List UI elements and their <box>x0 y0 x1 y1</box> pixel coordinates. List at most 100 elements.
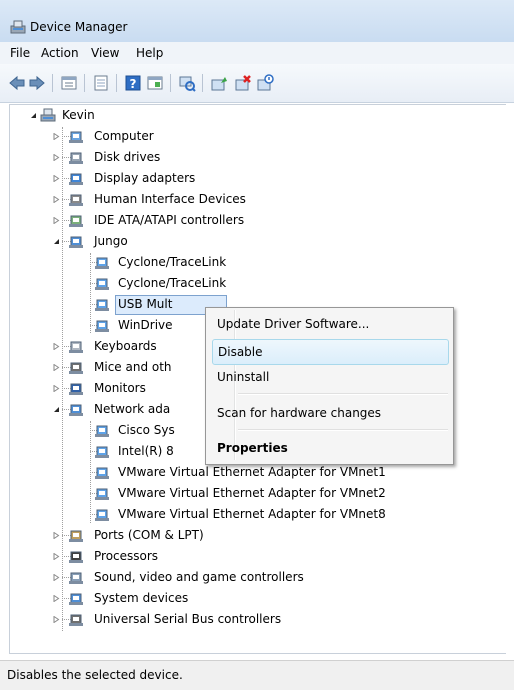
monitor-icon <box>69 383 83 395</box>
tree-item-label: Mice and oth <box>94 360 172 374</box>
computer-icon <box>69 131 83 143</box>
tree-child-label: VMware Virtual Ethernet Adapter for VMne… <box>118 486 386 500</box>
menu-item-uninstall[interactable]: Uninstall <box>212 365 447 389</box>
device-warning-icon <box>95 425 109 437</box>
uninstall-icon[interactable] <box>234 74 252 92</box>
menu-item-disable[interactable]: Disable <box>212 339 449 365</box>
expand-arrow-icon[interactable] <box>53 343 60 350</box>
tree-child-label: Cyclone/TraceLink <box>118 255 227 269</box>
tree-child-label: VMware Virtual Ethernet Adapter for VMne… <box>118 507 386 521</box>
tree-item[interactable]: Computer <box>10 126 490 147</box>
menu-file[interactable]: File <box>10 46 30 60</box>
expand-arrow-icon[interactable] <box>53 175 60 182</box>
tree-item-label: Sound, video and game controllers <box>94 570 304 584</box>
collapse-arrow-icon[interactable] <box>30 112 37 119</box>
toolbar-separator <box>116 74 117 92</box>
tree-root-label: Kevin <box>62 108 95 122</box>
jungo-icon <box>69 236 83 248</box>
toolbar-separator <box>52 74 53 92</box>
tree-item[interactable]: IDE ATA/ATAPI controllers <box>10 210 490 231</box>
network-device-icon <box>95 320 109 332</box>
expand-arrow-icon[interactable] <box>53 574 60 581</box>
collapse-arrow-icon[interactable] <box>53 238 60 245</box>
device-manager-icon <box>10 20 26 34</box>
processor-icon <box>69 551 83 563</box>
tree-item[interactable]: Jungo <box>10 231 490 252</box>
network-device-icon <box>95 299 109 311</box>
tree-child-label: USB Mult <box>118 297 173 311</box>
menu-view[interactable]: View <box>91 46 119 60</box>
tree-item-label: System devices <box>94 591 189 605</box>
tree-child-label: Cisco Sys <box>118 423 175 437</box>
menu-action[interactable]: Action <box>41 46 79 60</box>
expand-arrow-icon[interactable] <box>53 595 60 602</box>
back-icon[interactable] <box>8 74 26 92</box>
scan-icon[interactable] <box>178 74 196 92</box>
tree-item-label: Computer <box>94 129 154 143</box>
properties-icon[interactable] <box>92 74 110 92</box>
menu-item-update-driver[interactable]: Update Driver Software... <box>212 312 447 336</box>
tree-child-label: VMware Virtual Ethernet Adapter for VMne… <box>118 465 386 479</box>
disk-icon <box>69 152 83 164</box>
tree-child-item[interactable]: VMware Virtual Ethernet Adapter for VMne… <box>10 483 490 504</box>
system-icon <box>69 593 83 605</box>
menu-help[interactable]: Help <box>136 46 163 60</box>
tree-item-label: Jungo <box>94 234 128 248</box>
keyboard-icon <box>69 341 83 353</box>
toolbar-separator <box>202 74 203 92</box>
tree-item-label: Processors <box>94 549 159 563</box>
usb-icon <box>69 614 83 626</box>
tree-item-label: Universal Serial Bus controllers <box>94 612 282 626</box>
toolbar-separator <box>170 74 171 92</box>
hid-icon <box>69 194 83 206</box>
tree-child-label: Intel(R) 8 <box>118 444 174 458</box>
window-title: Device Manager <box>30 20 128 34</box>
expand-arrow-icon[interactable] <box>53 133 60 140</box>
device-warning-icon <box>95 278 109 290</box>
expand-arrow-icon[interactable] <box>53 385 60 392</box>
tree-item-label: Disk drives <box>94 150 161 164</box>
tree-item-label: Display adapters <box>94 171 196 185</box>
tree-item[interactable]: Ports (COM & LPT) <box>10 525 490 546</box>
menu-item-scan[interactable]: Scan for hardware changes <box>212 401 447 425</box>
view-icon[interactable] <box>146 74 164 92</box>
computer-root-icon <box>40 108 56 122</box>
menu-item-properties[interactable]: Properties <box>212 436 447 460</box>
tree-child-item[interactable]: VMware Virtual Ethernet Adapter for VMne… <box>10 462 490 483</box>
menu-separator <box>238 393 448 395</box>
tree-item[interactable]: Universal Serial Bus controllers <box>10 609 490 630</box>
tree-child-item[interactable]: VMware Virtual Ethernet Adapter for VMne… <box>10 504 490 525</box>
tree-item-label: Network ada <box>94 402 171 416</box>
expand-arrow-icon[interactable] <box>53 154 60 161</box>
device-warning-icon <box>95 257 109 269</box>
help-icon[interactable]: ? <box>124 74 142 92</box>
tree-child-item[interactable]: Cyclone/TraceLink <box>10 273 490 294</box>
status-bar: Disables the selected device. <box>0 660 514 690</box>
tree-item[interactable]: Disk drives <box>10 147 490 168</box>
network-device-icon <box>95 446 109 458</box>
expand-arrow-icon[interactable] <box>53 217 60 224</box>
network-icon <box>69 404 83 416</box>
tree-item[interactable]: Display adapters <box>10 168 490 189</box>
up-icon[interactable] <box>60 74 78 92</box>
tree-root[interactable]: Kevin <box>10 105 210 126</box>
expand-arrow-icon[interactable] <box>53 616 60 623</box>
expand-arrow-icon[interactable] <box>53 364 60 371</box>
menu-bar: File Action View Help <box>0 42 514 65</box>
toolbar-separator <box>84 74 85 92</box>
tree-item[interactable]: Human Interface Devices <box>10 189 490 210</box>
tree-item[interactable]: Processors <box>10 546 490 567</box>
collapse-arrow-icon[interactable] <box>53 406 60 413</box>
sound-icon <box>69 572 83 584</box>
tree-item[interactable]: System devices <box>10 588 490 609</box>
expand-arrow-icon[interactable] <box>53 196 60 203</box>
disable-icon[interactable] <box>256 74 274 92</box>
tree-child-label: Cyclone/TraceLink <box>118 276 227 290</box>
expand-arrow-icon[interactable] <box>53 553 60 560</box>
tree-item[interactable]: Sound, video and game controllers <box>10 567 490 588</box>
tree-item-label: Monitors <box>94 381 146 395</box>
expand-arrow-icon[interactable] <box>53 532 60 539</box>
update-driver-icon[interactable] <box>210 74 228 92</box>
tree-child-item[interactable]: Cyclone/TraceLink <box>10 252 490 273</box>
forward-icon[interactable] <box>28 74 46 92</box>
